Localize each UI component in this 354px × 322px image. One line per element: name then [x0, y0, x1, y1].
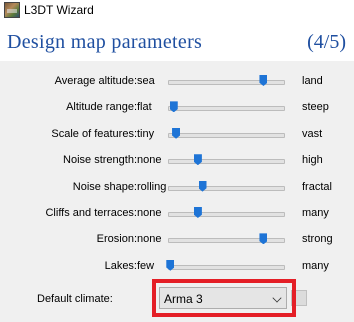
slider-min-label: none: [137, 207, 162, 219]
parameters-panel: Average altitude: sea land Altitude range: f…: [0, 61, 354, 322]
step-counter: (4/5): [307, 31, 346, 53]
slider-min-label: none: [137, 233, 162, 246]
slider-track[interactable]: [168, 212, 285, 217]
parameter-label: Noise strength:: [63, 154, 137, 167]
slider-track[interactable]: [168, 80, 285, 85]
highlight-box: [152, 279, 296, 317]
parameter-row: Noise shape: rolling fractal: [0, 178, 354, 198]
wizard-header: Design map parameters (4/5): [0, 23, 354, 61]
parameter-label: Noise shape:: [72, 180, 137, 193]
slider-track[interactable]: [168, 106, 285, 112]
slider-max-label: strong: [302, 233, 333, 246]
slider-min-label: flat: [137, 101, 152, 114]
page-title: Design map parameters: [7, 31, 203, 53]
parameter-label: Average altitude:: [54, 75, 137, 87]
climate-label: Default climate:: [37, 293, 113, 305]
slider-max-label: land: [302, 75, 323, 87]
slider-track[interactable]: [168, 185, 285, 191]
slider-track[interactable]: [168, 238, 285, 244]
parameter-row: Noise strength: none high: [0, 151, 354, 171]
parameter-label: Cliffs and terraces:: [45, 207, 137, 219]
slider-max-label: high: [302, 154, 323, 167]
l3dt-app-icon: [4, 2, 20, 18]
parameter-label: Scale of features:: [51, 127, 137, 140]
parameter-row: Lakes: few many: [0, 257, 354, 277]
title-bar: L3DT Wizard: [0, 0, 354, 23]
parameter-label: Altitude range:: [66, 101, 137, 114]
slider-track[interactable]: [168, 132, 285, 138]
slider-min-label: tiny: [137, 127, 155, 140]
slider-max-label: vast: [302, 127, 323, 140]
parameter-row: Cliffs and terraces: none many: [0, 204, 354, 224]
parameter-row: Altitude range: flat steep: [0, 98, 354, 118]
slider-min-label: sea: [137, 75, 155, 87]
parameter-row: Scale of features: tiny vast: [0, 125, 354, 145]
slider-track[interactable]: [168, 159, 285, 165]
slider-max-label: many: [302, 259, 329, 272]
window-title: L3DT Wizard: [24, 3, 94, 17]
parameter-label: Lakes:: [104, 259, 137, 272]
slider-track[interactable]: [168, 264, 285, 270]
slider-min-label: none: [137, 154, 162, 167]
slider-max-label: many: [302, 207, 329, 219]
slider-min-label: rolling: [137, 180, 167, 193]
parameter-label: Erosion:: [96, 233, 137, 246]
slider-max-label: fractal: [302, 180, 332, 193]
slider-min-label: few: [137, 259, 155, 272]
slider-max-label: steep: [302, 101, 329, 114]
parameter-row: Average altitude: sea land: [0, 72, 354, 92]
parameter-row: Erosion: none strong: [0, 230, 354, 250]
